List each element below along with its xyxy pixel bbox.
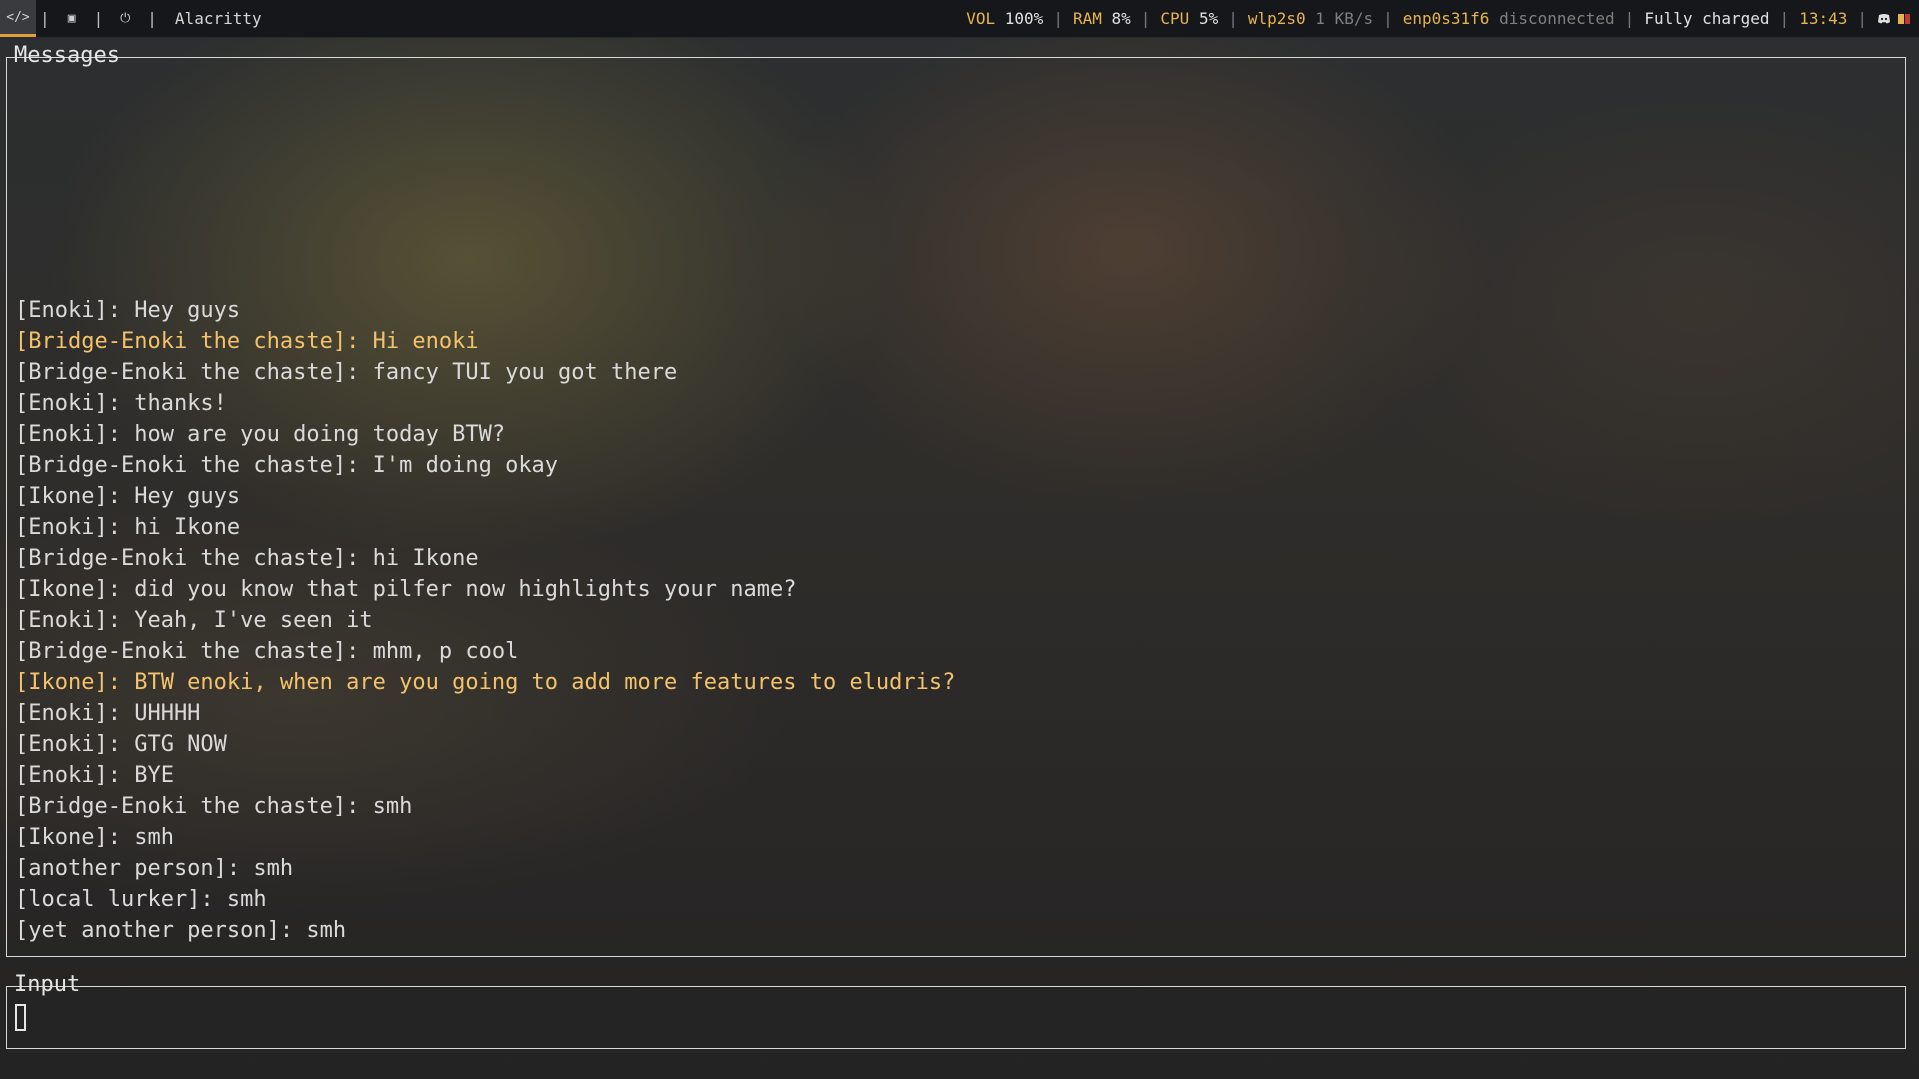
message-line: [Ikone]: smh bbox=[15, 825, 174, 850]
battery-tray-icon[interactable] bbox=[1897, 13, 1911, 25]
code-icon: </> bbox=[6, 9, 30, 25]
wifi-module: wlp2s0 1 KB/s bbox=[1238, 9, 1383, 28]
message-line: [Ikone]: Hey guys bbox=[15, 484, 241, 509]
ram-label: RAM bbox=[1072, 9, 1102, 28]
ram-module: RAM 8% bbox=[1063, 9, 1141, 28]
message-line: [Enoki]: Hey guys bbox=[15, 298, 241, 323]
workspace-1[interactable]: </> bbox=[0, 0, 36, 37]
message-line: [Enoki]: BYE bbox=[15, 763, 174, 788]
message-line: [Bridge-Enoki the chaste]: smh bbox=[15, 794, 413, 819]
workspace-3[interactable]: ⏻ bbox=[107, 0, 143, 37]
window-title: Alacritty bbox=[174, 9, 262, 28]
message-line: [Ikone]: did you know that pilfer now hi… bbox=[15, 577, 797, 602]
divider: | bbox=[93, 9, 104, 28]
divider: | bbox=[1779, 9, 1790, 28]
wifi-rate: 1 KB/s bbox=[1315, 9, 1374, 28]
divider: | bbox=[1140, 9, 1151, 28]
messages-title: Messages bbox=[14, 43, 120, 68]
message-line: [Ikone]: BTW enoki, when are you going t… bbox=[15, 670, 956, 695]
message-line: [Enoki]: thanks! bbox=[15, 391, 227, 416]
message-line: [Enoki]: Yeah, I've seen it bbox=[15, 608, 373, 633]
message-line: [Bridge-Enoki the chaste]: hi Ikone bbox=[15, 546, 479, 571]
status-bar: </> | ▣ | ⏻ | Alacritty VOL 100% | RAM 8… bbox=[0, 0, 1919, 38]
cpu-value: 5% bbox=[1198, 9, 1219, 28]
volume-label: VOL bbox=[966, 9, 996, 28]
cpu-module: CPU 5% bbox=[1150, 9, 1228, 28]
volume-module[interactable]: VOL 100% bbox=[956, 9, 1053, 28]
divider: | bbox=[1053, 9, 1063, 28]
message-line: [Enoki]: how are you doing today BTW? bbox=[15, 422, 506, 447]
status-modules: VOL 100% | RAM 8% | CPU 5% | wlp2s0 1 KB… bbox=[956, 9, 1919, 28]
wifi-label: wlp2s0 bbox=[1247, 9, 1306, 28]
message-line: [Enoki]: hi Ikone bbox=[15, 515, 241, 540]
message-line: [Enoki]: UHHHH bbox=[15, 701, 201, 726]
ethernet-status: disconnected bbox=[1499, 9, 1615, 28]
message-line: [local lurker]: smh bbox=[15, 887, 267, 912]
divider: | bbox=[1383, 9, 1393, 28]
message-list[interactable]: [Enoki]: Hey guys [Bridge-Enoki the chast… bbox=[15, 295, 955, 946]
ethernet-module: enp0s31f6 disconnected bbox=[1393, 9, 1625, 28]
cpu-label: CPU bbox=[1160, 9, 1190, 28]
divider: | bbox=[40, 9, 50, 28]
ram-value: 8% bbox=[1111, 9, 1131, 28]
input-title: Input bbox=[14, 972, 81, 997]
battery-module: Fully charged bbox=[1644, 9, 1770, 28]
message-line: [yet another person]: smh bbox=[15, 918, 347, 943]
divider: | bbox=[147, 9, 157, 28]
message-line: [another person]: smh bbox=[15, 856, 294, 881]
workspace-2[interactable]: ▣ bbox=[54, 0, 90, 37]
volume-value: 100% bbox=[1004, 9, 1044, 28]
input-panel[interactable]: Input bbox=[6, 973, 1906, 1049]
clock[interactable]: 13:43 bbox=[1789, 9, 1857, 28]
text-cursor bbox=[15, 1004, 26, 1031]
divider: | bbox=[1228, 9, 1238, 28]
message-line: [Bridge-Enoki the chaste]: mhm, p cool bbox=[15, 639, 519, 664]
discord-icon[interactable] bbox=[1877, 13, 1891, 25]
message-line: [Bridge-Enoki the chaste]: Hi enoki bbox=[15, 329, 479, 354]
ethernet-label: enp0s31f6 bbox=[1402, 9, 1490, 28]
divider: | bbox=[1857, 9, 1867, 28]
message-line: [Bridge-Enoki the chaste]: fancy TUI you… bbox=[15, 360, 678, 385]
chat-icon: ▣ bbox=[67, 11, 76, 26]
message-line: [Bridge-Enoki the chaste]: I'm doing oka… bbox=[15, 453, 559, 478]
message-line: [Enoki]: GTG NOW bbox=[15, 732, 227, 757]
messages-panel: Messages [Enoki]: Hey guys [Bridge-Enoki … bbox=[6, 44, 1906, 957]
power-icon: ⏻ bbox=[120, 11, 131, 26]
system-tray bbox=[1867, 13, 1911, 25]
divider: | bbox=[1624, 9, 1635, 28]
